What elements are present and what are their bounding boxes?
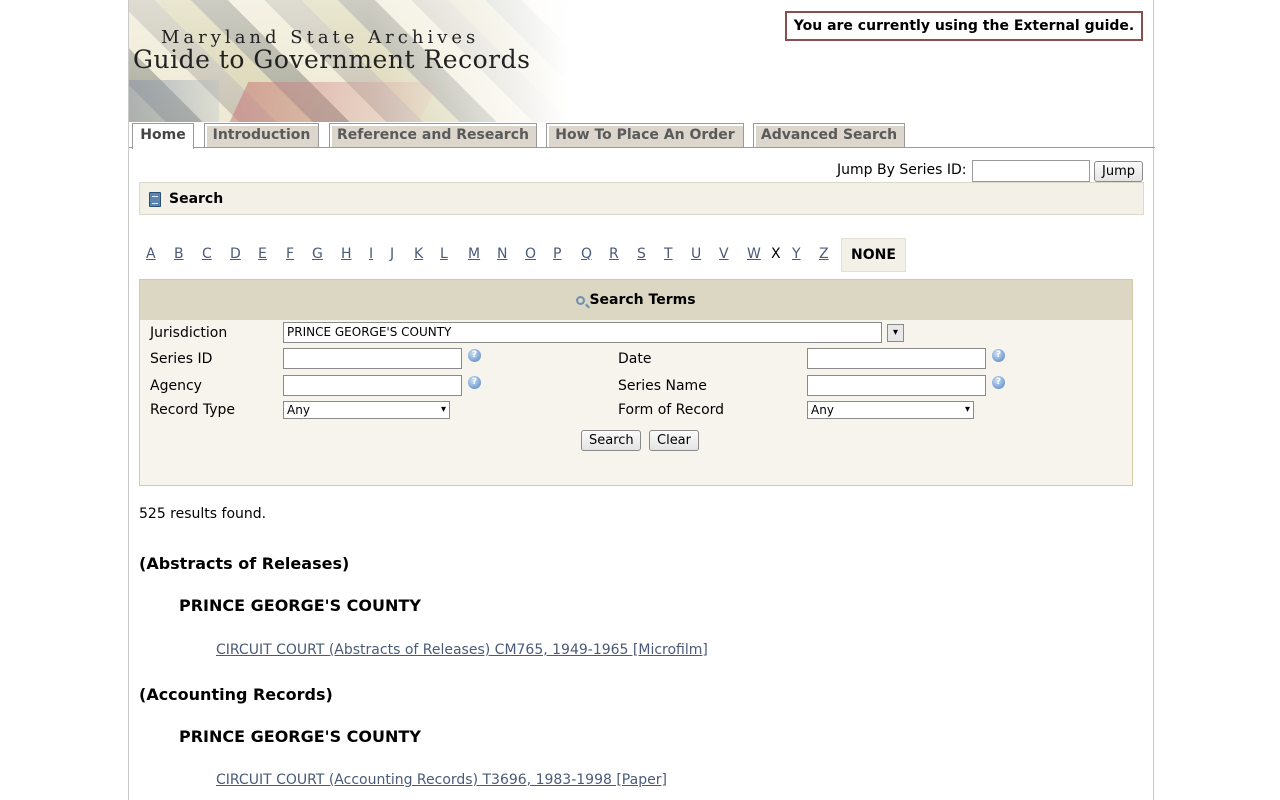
chevron-down-icon: ▾ (964, 404, 970, 415)
alphabet-letter-b[interactable]: B (174, 246, 184, 262)
date-input[interactable] (807, 348, 986, 369)
alphabet-letter-q[interactable]: Q (581, 246, 592, 262)
alphabet-letter-k[interactable]: K (414, 246, 423, 262)
form-of-record-select[interactable]: Any ▾ (807, 401, 974, 419)
jurisdiction-input[interactable]: PRINCE GEORGE'S COUNTY (283, 322, 882, 343)
alphabet-letter-m[interactable]: M (468, 246, 480, 262)
alphabet-letter-y[interactable]: Y (792, 246, 801, 262)
series-name-label: Series Name (618, 378, 707, 394)
search-terms-header: Search Terms (140, 280, 1132, 320)
help-icon[interactable]: ? (468, 376, 481, 389)
search-terms-title: Search Terms (140, 292, 1132, 308)
tab-introduction[interactable]: Introduction (204, 123, 319, 147)
search-button[interactable]: Search (581, 430, 641, 451)
record-type-select[interactable]: Any ▾ (283, 401, 450, 419)
record-type-value: Any (287, 403, 310, 417)
alphabet-letter-n[interactable]: N (497, 246, 507, 262)
jump-label: Jump By Series ID: (837, 162, 967, 178)
flag-detail (129, 80, 219, 122)
help-icon[interactable]: ? (992, 376, 1005, 389)
record-link[interactable]: CIRCUIT COURT (Abstracts of Releases) CM… (216, 642, 708, 658)
form-of-record-value: Any (811, 403, 834, 417)
series-id-input[interactable] (283, 348, 462, 369)
alphabet-letter-e[interactable]: E (258, 246, 267, 262)
alphabet-letter-z[interactable]: Z (819, 246, 829, 262)
result-group-heading: (Abstracts of Releases) (139, 554, 350, 573)
alphabet-letter-u[interactable]: U (691, 246, 701, 262)
chevron-down-icon: ▾ (892, 327, 899, 338)
search-section-title: Search (169, 191, 224, 207)
alphabet-letter-o[interactable]: O (525, 246, 536, 262)
page-container: Maryland State Archives Guide to Governm… (128, 0, 1155, 800)
clear-button[interactable]: Clear (649, 430, 699, 451)
agency-label: Agency (150, 378, 202, 394)
form-of-record-label: Form of Record (618, 402, 725, 418)
jump-button[interactable]: Jump (1094, 161, 1143, 182)
date-label: Date (618, 351, 652, 367)
alphabet-letter-l[interactable]: L (440, 246, 448, 262)
alphabet-letter-r[interactable]: R (609, 246, 619, 262)
alphabet-letter-i[interactable]: I (369, 246, 373, 262)
series-name-input[interactable] (807, 375, 986, 396)
alphabet-letter-g[interactable]: G (312, 246, 323, 262)
alphabet-letter-c[interactable]: C (202, 246, 212, 262)
alphabet-letter-t[interactable]: T (664, 246, 673, 262)
tab-home[interactable]: Home (132, 123, 194, 149)
search-terms-label: Search Terms (589, 292, 696, 308)
alphabet-letter-a[interactable]: A (146, 246, 156, 262)
help-icon[interactable]: ? (468, 349, 481, 362)
alphabet-none-selected: NONE (841, 238, 906, 272)
nav-tabs: Home Introduction Reference and Research… (129, 122, 1155, 149)
alphabet-letter-s[interactable]: S (637, 246, 646, 262)
header-banner: Maryland State Archives Guide to Governm… (129, 0, 569, 122)
alphabet-letter-v[interactable]: V (719, 246, 729, 262)
results-count: 525 results found. (139, 506, 267, 522)
result-group-heading: (Accounting Records) (139, 685, 333, 704)
alphabet-letter-x: X (771, 246, 781, 262)
alphabet-letter-f[interactable]: F (286, 246, 294, 262)
alphabet-letter-j[interactable]: J (390, 246, 394, 262)
agency-input[interactable] (283, 375, 462, 396)
chevron-down-icon: ▾ (440, 404, 446, 415)
record-link[interactable]: CIRCUIT COURT (Accounting Records) T3696… (216, 772, 667, 788)
result-county-heading: PRINCE GEORGE'S COUNTY (179, 596, 421, 615)
record-type-label: Record Type (150, 402, 235, 418)
search-section-bar: Search (139, 182, 1144, 215)
jurisdiction-label: Jurisdiction (150, 325, 228, 341)
guide-title: Guide to Government Records (133, 45, 531, 74)
alphabet-letter-p[interactable]: P (553, 246, 561, 262)
magnifier-icon (576, 296, 586, 305)
tab-place-order[interactable]: How To Place An Order (546, 123, 744, 147)
alphabet-letter-d[interactable]: D (230, 246, 241, 262)
tab-reference-research[interactable]: Reference and Research (329, 123, 537, 147)
book-icon (149, 192, 161, 207)
tab-advanced-search[interactable]: Advanced Search (753, 123, 905, 147)
jump-series-input[interactable] (972, 160, 1090, 182)
series-id-label: Series ID (150, 351, 213, 367)
guide-notice: You are currently using the External gui… (785, 11, 1143, 41)
help-icon[interactable]: ? (992, 349, 1005, 362)
alphabet-letter-h[interactable]: H (341, 246, 352, 262)
result-county-heading: PRINCE GEORGE'S COUNTY (179, 727, 421, 746)
jurisdiction-dropdown-button[interactable]: ▾ (887, 324, 904, 342)
search-terms-panel: Search Terms Jurisdiction PRINCE GEORGE'… (139, 279, 1133, 486)
alphabet-letter-w[interactable]: W (747, 246, 761, 262)
flag-detail (229, 82, 439, 122)
